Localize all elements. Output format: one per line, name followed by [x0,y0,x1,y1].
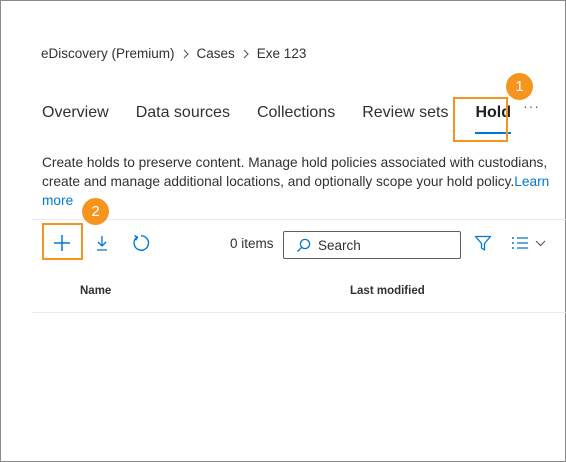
search-icon [296,238,311,253]
tab-collections[interactable]: Collections [257,104,335,122]
view-options-icon[interactable] [510,233,550,253]
add-icon[interactable] [50,232,74,254]
table-header-divider [32,312,566,313]
hold-description: Create holds to preserve content. Manage… [42,153,564,210]
filter-icon[interactable] [472,233,494,253]
breadcrumb-item-ediscovery[interactable]: eDiscovery (Premium) [41,46,175,61]
column-header-last-modified[interactable]: Last modified [350,285,425,297]
divider [32,219,566,220]
callout-badge-1: 1 [506,73,533,100]
hold-description-text: Create holds to preserve content. Manage… [42,155,548,189]
more-options-icon[interactable]: ··· [523,98,540,114]
chevron-right-icon [175,46,197,61]
search-input[interactable] [318,237,448,253]
search-box[interactable] [283,231,461,259]
refresh-icon[interactable] [130,232,152,254]
column-header-name[interactable]: Name [80,285,111,297]
tab-overview[interactable]: Overview [42,104,109,122]
download-icon[interactable] [92,233,112,253]
callout-highlight-hold-tab [453,97,508,142]
items-count: 0 items [230,236,274,251]
breadcrumb-item-case: Exe 123 [256,46,307,61]
breadcrumb: eDiscovery (Premium) Cases Exe 123 [41,46,306,61]
tab-data-sources[interactable]: Data sources [136,104,230,122]
callout-badge-2: 2 [82,198,109,225]
tab-review-sets[interactable]: Review sets [362,104,448,122]
chevron-right-icon [235,46,257,61]
breadcrumb-item-cases[interactable]: Cases [197,46,235,61]
